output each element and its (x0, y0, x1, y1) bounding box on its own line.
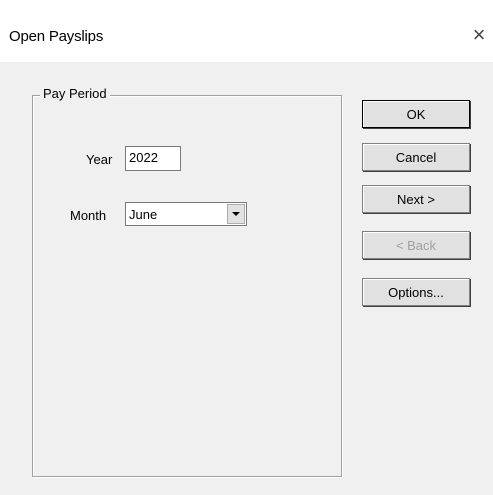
year-label: Year (86, 152, 113, 167)
window-title: Open Payslips (9, 28, 104, 45)
close-icon[interactable]: × (465, 18, 493, 52)
year-field[interactable]: 2022 (125, 146, 181, 171)
title-bar[interactable]: Open Payslips × (0, 0, 493, 62)
chevron-down-icon[interactable] (227, 204, 245, 224)
month-selected-value: June (129, 207, 158, 222)
dialog-body: Pay Period Year 2022 Month June OK Cance… (0, 62, 493, 495)
back-button: < Back (362, 231, 470, 259)
open-payslips-dialog: Open Payslips × Pay Period Year 2022 Mon… (0, 0, 493, 495)
pay-period-group-label: Pay Period (40, 86, 110, 101)
cancel-button[interactable]: Cancel (362, 143, 470, 171)
pay-period-group (32, 95, 342, 477)
options-button[interactable]: Options... (362, 278, 470, 306)
month-label: Month (70, 208, 107, 223)
next-button[interactable]: Next > (362, 185, 470, 213)
ok-button[interactable]: OK (362, 100, 470, 128)
month-select[interactable]: June (125, 202, 247, 226)
